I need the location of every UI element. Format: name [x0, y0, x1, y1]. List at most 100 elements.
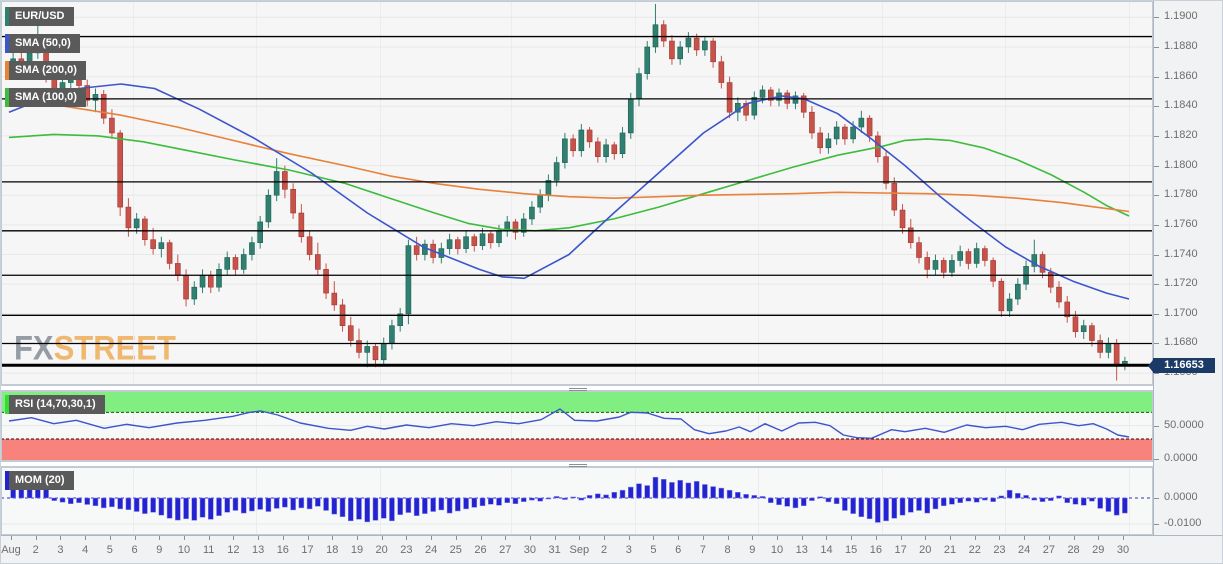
- date-axis[interactable]: Aug 2 3 4 5 6 9 10 11 12 13 16 17 18 19 20 23 24 25 26 27 30 3…: [1, 535, 1222, 563]
- momentum-bar: [875, 497, 881, 523]
- bull-candle: [833, 126, 840, 140]
- momentum-bar: [850, 497, 856, 514]
- momentum-bar: [191, 497, 198, 521]
- momentum-bar: [372, 497, 379, 521]
- bear-candle: [372, 346, 379, 361]
- momentum-bar: [100, 497, 107, 509]
- axis-tick: [1049, 536, 1050, 540]
- momentum-bar: [306, 497, 313, 510]
- axis-tick: [1154, 314, 1159, 315]
- momentum-bar: [438, 497, 445, 511]
- axis-tick: [481, 536, 482, 540]
- axis-tick: [1154, 459, 1159, 460]
- chart-canvas[interactable]: [1, 1, 1153, 535]
- momentum-bar: [957, 497, 963, 503]
- bear-candle: [413, 245, 420, 255]
- splitter-grip-icon[interactable]: [569, 387, 587, 391]
- momentum-bar: [1080, 497, 1087, 506]
- sma100-label-box[interactable]: SMA (100,0): [5, 88, 86, 107]
- bear-candle: [990, 260, 996, 282]
- momentum-bar: [298, 497, 305, 509]
- bull-candle: [273, 171, 280, 196]
- bear-candle: [487, 233, 494, 243]
- sma200-label-box[interactable]: SMA (200,0): [5, 61, 86, 80]
- momentum-bar: [413, 497, 420, 516]
- bull-candle: [578, 129, 585, 152]
- splitter-grip-icon[interactable]: [569, 463, 587, 467]
- momentum-bar: [990, 497, 996, 502]
- momentum-bar: [10, 489, 16, 499]
- bear-candle: [784, 92, 791, 104]
- rsi-label-box[interactable]: RSI (14,70,30,1): [5, 395, 105, 414]
- price-axis-label: 1.1720: [1164, 277, 1198, 290]
- bull-candle: [249, 242, 255, 255]
- momentum-bar: [117, 497, 123, 510]
- momentum-bar: [290, 497, 296, 511]
- bull-candle: [562, 138, 568, 163]
- bear-candle: [306, 236, 313, 255]
- momentum-bar: [1056, 495, 1062, 499]
- momentum-bar: [389, 497, 395, 522]
- axis-tick: [1154, 166, 1159, 167]
- bear-candle: [809, 111, 815, 134]
- mom-axis-label: 0.0000: [1164, 490, 1198, 503]
- bull-candle: [537, 194, 543, 208]
- bull-candle: [199, 274, 206, 288]
- pane-splitter[interactable]: [1, 385, 1153, 391]
- rsi-overbought-band: [1, 392, 1153, 413]
- momentum-bar: [455, 497, 461, 512]
- axis-tick: [283, 536, 284, 540]
- axis-tick: [530, 536, 531, 540]
- sma50-label-box[interactable]: SMA (50,0): [5, 34, 80, 53]
- momentum-bar: [463, 497, 469, 510]
- price-axis-label: 1.1740: [1164, 247, 1198, 260]
- momentum-bar: [496, 497, 502, 506]
- momentum-bar: [776, 497, 782, 506]
- momentum-bar: [199, 497, 206, 518]
- momentum-bar: [628, 486, 634, 499]
- mom-axis-label: -0.0100: [1164, 517, 1202, 529]
- momentum-bar: [68, 497, 74, 504]
- axis-tick: [1154, 255, 1159, 256]
- bull-candle: [216, 269, 222, 288]
- momentum-bar: [545, 497, 552, 500]
- momentum-bar: [1064, 497, 1070, 503]
- pane-splitter[interactable]: [1, 461, 1153, 467]
- symbol-label-box[interactable]: EUR/USD: [5, 7, 74, 26]
- axis-tick: [1154, 17, 1159, 18]
- axis-tick: [901, 536, 902, 540]
- momentum-bar: [397, 497, 403, 515]
- bear-candle: [282, 171, 288, 190]
- bull-candle: [553, 162, 560, 181]
- momentum-bar: [166, 497, 173, 519]
- rsi-axis-label: 0.0000: [1164, 452, 1198, 464]
- bull-candle: [545, 180, 552, 196]
- axis-tick: [975, 536, 976, 540]
- momentum-bar: [175, 497, 181, 521]
- axis-tick: [135, 536, 136, 540]
- axis-tick: [1154, 47, 1159, 48]
- axis-tick: [629, 536, 630, 540]
- bull-candle: [627, 98, 634, 134]
- price-axis[interactable]: 1.1900 1.1880 1.1860 1.1840 1.1820 1.1800 1.17…: [1153, 1, 1222, 535]
- axis-tick: [1154, 524, 1159, 525]
- axis-tick: [1098, 536, 1099, 540]
- price-axis-label: 1.1900: [1164, 10, 1198, 23]
- bear-candle: [586, 129, 593, 143]
- axis-tick: [11, 536, 12, 540]
- momentum-bar: [1048, 497, 1054, 501]
- chart-window: FXSTREET EUR/USD SMA (50,0) SMA (200,0) …: [0, 0, 1223, 564]
- momentum-bar: [512, 497, 519, 504]
- axis-tick: [1024, 536, 1025, 540]
- bear-candle: [109, 117, 115, 134]
- bear-candle: [940, 260, 947, 273]
- momentum-bar: [735, 492, 741, 499]
- momentum-bar: [208, 497, 214, 520]
- bear-candle: [1113, 343, 1120, 366]
- momentum-bar: [257, 497, 263, 510]
- momentum-bar: [800, 497, 807, 507]
- bull-candle: [224, 257, 231, 270]
- mom-label-box[interactable]: MOM (20): [5, 471, 74, 490]
- momentum-bar: [364, 497, 370, 523]
- axis-tick: [308, 536, 309, 540]
